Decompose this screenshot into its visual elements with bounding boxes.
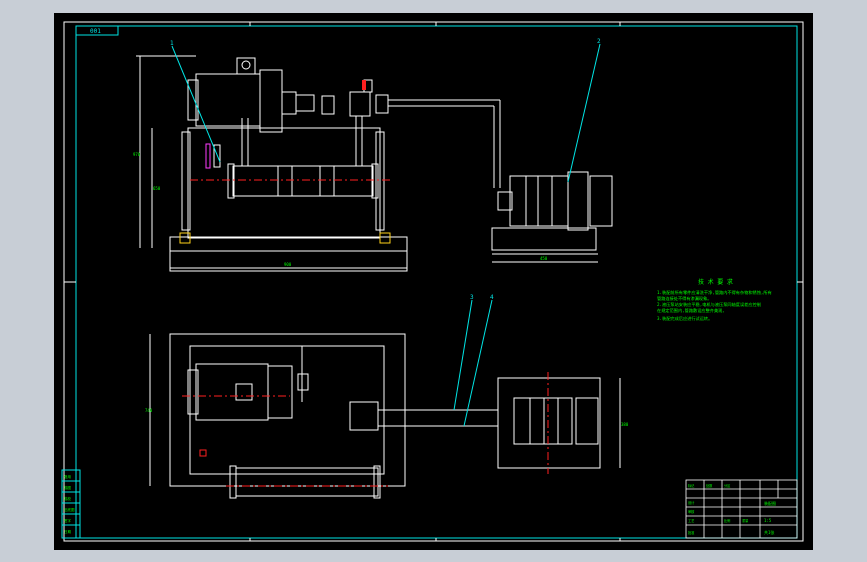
title-cell: 审核 xyxy=(688,509,695,514)
dim-top-height-inner: 650 xyxy=(153,186,161,191)
cad-drawing-canvas: 001 1 2 3 4 900 970 650 450 740 380 技 术 … xyxy=(54,13,813,550)
drawing-name: 装配图 xyxy=(764,500,776,506)
side-strip-cell: 日期 xyxy=(64,529,71,534)
side-strip-cell: 旧底图 xyxy=(64,507,75,512)
title-cell: 处数 xyxy=(706,483,713,488)
dim-winch-depth: 380 xyxy=(621,422,629,427)
side-strip-cell: 借用 xyxy=(64,474,71,479)
relief-valve-marker xyxy=(362,80,366,90)
title-cell: 批准 xyxy=(688,530,695,535)
drawing-sheet: 共1张 xyxy=(764,529,774,535)
callout-2: 2 xyxy=(597,38,601,45)
callout-4: 4 xyxy=(490,294,494,301)
tech-req-line: 2.液压泵站安装应平稳,电机与液压泵同轴度误差应控制 xyxy=(657,301,761,308)
tech-req-title: 技 术 要 求 xyxy=(698,278,733,286)
callout-1: 1 xyxy=(170,40,174,47)
dim-plan-depth: 740 xyxy=(145,408,153,413)
drawing-scale: 1:5 xyxy=(764,518,772,523)
tech-req-line: 管路连接处不得有渗漏现象。 xyxy=(657,295,711,302)
title-cell: 分区 xyxy=(724,483,731,488)
side-strip-cell: 签字 xyxy=(64,518,71,523)
tech-req-line: 3.装配完成后应进行试运转。 xyxy=(657,315,712,322)
dim-top-height-outer: 970 xyxy=(133,152,141,157)
dim-winch-width: 450 xyxy=(540,256,548,261)
tech-req-line: 在规定范围内,管路敷设应整齐美观, xyxy=(657,307,725,314)
title-cell: 工艺 xyxy=(688,518,694,523)
tech-req-line: 1.装配前所有零件应清洗干净,管路内不得有杂物和锈蚀,所有 xyxy=(657,289,772,296)
side-strip-cell: 描图 xyxy=(64,485,71,490)
corner-label: 001 xyxy=(90,28,101,35)
title-cell: 标记 xyxy=(688,483,695,488)
title-cell: 重量 xyxy=(742,518,749,523)
title-cell: 设计 xyxy=(688,500,695,505)
side-strip-cell: 描校 xyxy=(64,496,71,501)
callout-3: 3 xyxy=(470,294,474,301)
title-cell: 比例 xyxy=(724,518,730,523)
dim-top-width: 900 xyxy=(284,262,292,267)
